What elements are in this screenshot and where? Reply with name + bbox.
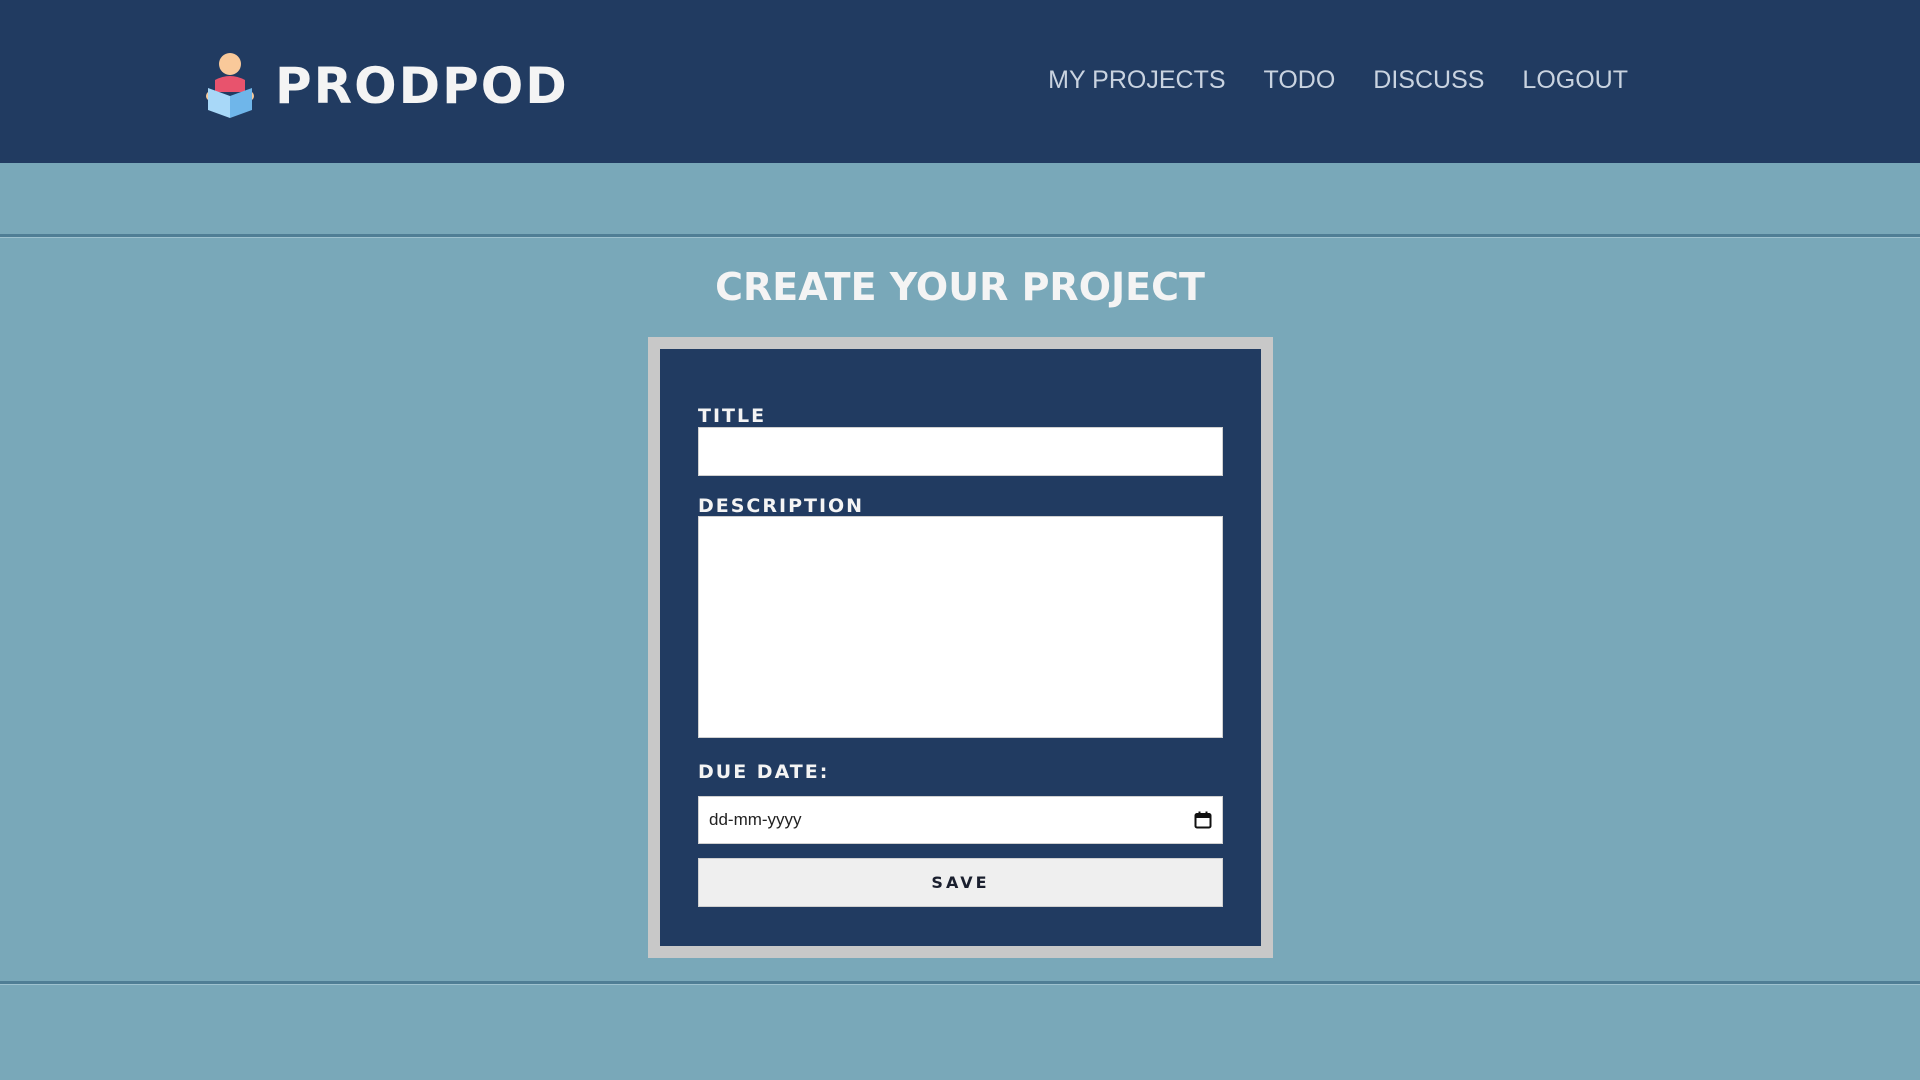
nav-logout[interactable]: LOGOUT xyxy=(1522,66,1628,95)
divider-bottom xyxy=(0,981,1920,984)
nav-todo[interactable]: TODO xyxy=(1264,66,1336,95)
due-date-input[interactable]: dd-mm-yyyy xyxy=(698,796,1223,844)
title-input[interactable] xyxy=(698,427,1223,476)
due-date-placeholder: dd-mm-yyyy xyxy=(709,810,802,829)
top-navbar: PRODPOD MY PROJECTS TODO DISCUSS LOGOUT xyxy=(0,0,1920,163)
page-title: CREATE YOUR PROJECT xyxy=(715,265,1205,309)
nav-discuss[interactable]: DISCUSS xyxy=(1373,66,1484,95)
create-project-form: TITLE DESCRIPTION DUE DATE: dd-mm-yyyy S… xyxy=(660,349,1261,946)
title-label: TITLE xyxy=(698,405,767,427)
reader-person-icon xyxy=(206,53,254,118)
due-date-label: DUE DATE: xyxy=(698,761,830,783)
nav-my-projects[interactable]: MY PROJECTS xyxy=(1048,66,1225,95)
brand-name: PRODPOD xyxy=(275,57,569,115)
description-label: DESCRIPTION xyxy=(698,495,865,517)
calendar-icon[interactable] xyxy=(1194,811,1212,829)
divider-top xyxy=(0,234,1920,237)
project-form-frame: TITLE DESCRIPTION DUE DATE: dd-mm-yyyy S… xyxy=(648,337,1273,958)
save-button[interactable]: SAVE xyxy=(698,858,1223,907)
description-textarea[interactable] xyxy=(698,516,1223,738)
brand[interactable]: PRODPOD xyxy=(203,52,569,120)
main-nav: MY PROJECTS TODO DISCUSS LOGOUT xyxy=(1048,66,1628,95)
